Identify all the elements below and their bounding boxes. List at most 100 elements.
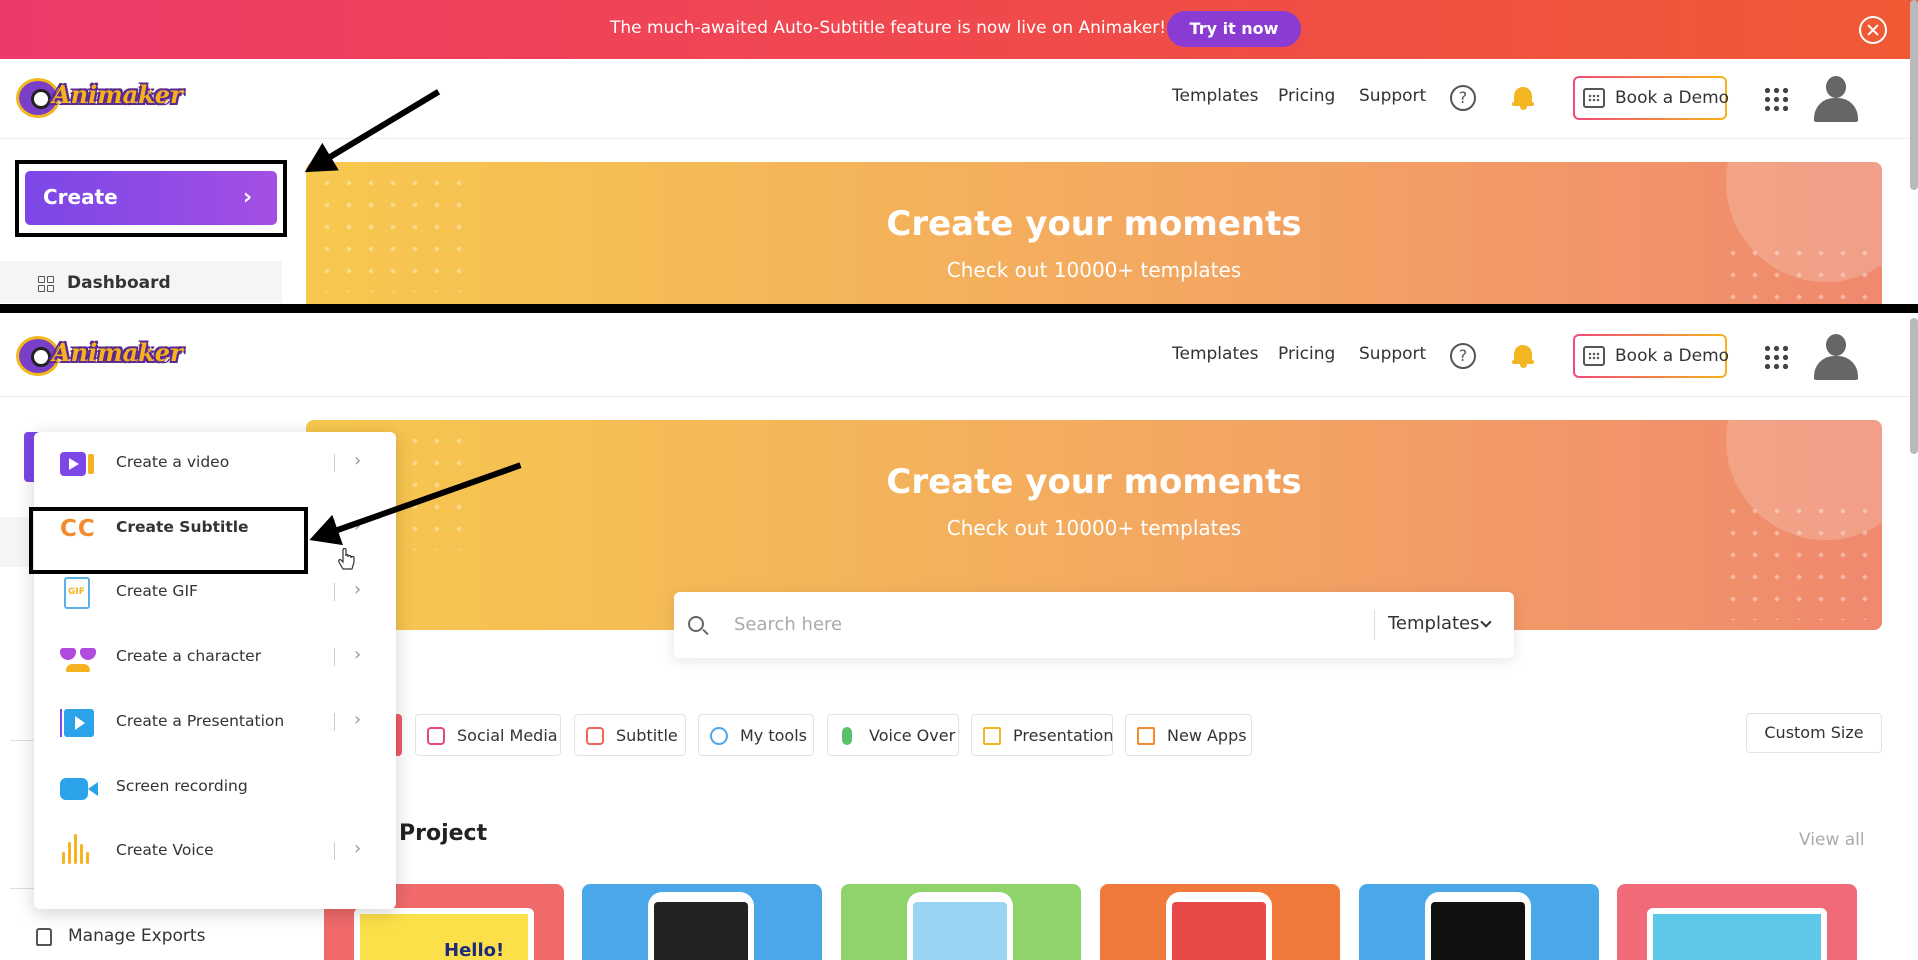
animaker-logo[interactable]: Animaker [16, 332, 183, 378]
apps-grid-icon[interactable] [1763, 86, 1789, 112]
nav-pricing[interactable]: Pricing [1278, 344, 1335, 364]
create-button-highlight: Create › [15, 160, 287, 237]
screen-recording-icon [60, 772, 98, 804]
cc-icon [586, 727, 604, 745]
voice-icon [60, 834, 96, 868]
tools-icon [710, 727, 728, 745]
create-subtitle-highlight [29, 507, 308, 574]
chip-label: My tools [740, 726, 807, 745]
bell-icon[interactable] [1512, 85, 1534, 111]
chip-label: Social Media [457, 726, 558, 745]
video-icon [60, 448, 96, 480]
project-card[interactable] [1617, 884, 1857, 960]
sidebar-item-dashboard[interactable]: Dashboard [0, 261, 282, 303]
nav-support[interactable]: Support [1359, 86, 1426, 106]
menu-item-screen-recording[interactable]: Screen recording [34, 756, 396, 820]
calendar-icon [1583, 346, 1605, 366]
scrollbar[interactable] [1910, 318, 1918, 454]
project-card[interactable] [582, 884, 822, 960]
dashboard-icon [38, 276, 55, 293]
scrollbar[interactable] [1910, 0, 1918, 190]
chip-label: New Apps [1167, 726, 1247, 745]
menu-item-label: Create a video [116, 453, 230, 471]
presentation-board-icon [983, 727, 1001, 745]
menu-item-label: Create a character [116, 647, 262, 665]
view-all-link[interactable]: View all [1799, 830, 1865, 850]
create-button-label: Create [43, 185, 118, 209]
chip-my-tools[interactable]: My tools [698, 714, 814, 756]
character-icon [60, 642, 96, 674]
chip-social-media[interactable]: Social Media [415, 714, 561, 756]
menu-item-label: Create Voice [116, 841, 214, 859]
custom-size-button[interactable]: Custom Size [1746, 713, 1882, 753]
chevron-right-icon: › [354, 450, 362, 471]
menu-item-create-presentation[interactable]: Create a Presentation › [34, 691, 396, 755]
menu-item-create-voice[interactable]: Create Voice › [34, 820, 396, 884]
hero-banner: Create your moments Check out 10000+ tem… [306, 162, 1882, 304]
search-category-select[interactable]: Templates [1388, 613, 1480, 634]
avatar[interactable] [1812, 334, 1860, 380]
chip-new-apps[interactable]: New Apps [1125, 714, 1252, 756]
hero-subtitle: Check out 10000+ templates [946, 258, 1242, 282]
chip-label: Voice Over [869, 726, 956, 745]
help-icon[interactable]: ? [1450, 343, 1476, 369]
hand-cursor-icon [338, 548, 355, 570]
chevron-right-icon: › [354, 644, 362, 665]
try-it-now-button[interactable]: Try it now [1167, 11, 1301, 47]
apps-icon [1137, 727, 1155, 745]
projects-section-title: Project [399, 821, 488, 846]
hero-subtitle: Check out 10000+ templates [946, 516, 1242, 540]
calendar-icon [1583, 88, 1605, 108]
chip-label: Presentation [1013, 726, 1114, 745]
chevron-right-icon: › [354, 579, 362, 600]
header-divider [0, 396, 1918, 397]
sidebar-item-label: Dashboard [67, 273, 171, 293]
chip-voice-over[interactable]: Voice Over [827, 714, 959, 756]
menu-item-create-video[interactable]: Create a video › [34, 432, 396, 496]
search-icon [688, 616, 704, 632]
microphone-icon [842, 727, 852, 745]
search-input[interactable]: Search here [734, 614, 842, 635]
chip-subtitle[interactable]: Subtitle [574, 714, 686, 756]
book-demo-label: Book a Demo [1615, 346, 1730, 366]
book-demo-button[interactable]: Book a Demo [1573, 76, 1730, 120]
chevron-right-icon: › [354, 709, 362, 730]
create-button[interactable]: Create › [25, 171, 277, 225]
banner-text: The much-awaited Auto-Subtitle feature i… [610, 18, 1167, 38]
heart-icon [427, 727, 445, 745]
create-menu: Create a video › CC Create Subtitle › GI… [34, 432, 396, 909]
menu-item-label: Create GIF [116, 582, 198, 600]
chip-presentation[interactable]: Presentation [971, 714, 1113, 756]
nav-support[interactable]: Support [1359, 344, 1426, 364]
animaker-logo[interactable]: Animaker [16, 74, 183, 120]
menu-item-create-character[interactable]: Create a character › [34, 626, 396, 690]
logo-text: Animaker [52, 338, 183, 367]
hero-title: Create your moments [886, 204, 1302, 244]
announcement-banner: The much-awaited Auto-Subtitle feature i… [0, 0, 1918, 59]
book-demo-button[interactable]: Book a Demo [1573, 334, 1730, 378]
chevron-right-icon: › [354, 838, 362, 859]
project-card[interactable] [1359, 884, 1599, 960]
menu-item-label: Screen recording [116, 777, 248, 795]
header-divider [0, 138, 1918, 139]
annotation-arrow [308, 89, 441, 172]
project-card[interactable] [1100, 884, 1340, 960]
project-card[interactable] [841, 884, 1081, 960]
bell-icon[interactable] [1512, 343, 1534, 369]
card-text: Hello! [444, 940, 505, 960]
search-bar: Search here Templates [674, 592, 1514, 658]
help-icon[interactable]: ? [1450, 85, 1476, 111]
export-icon [36, 928, 52, 946]
book-demo-label: Book a Demo [1615, 88, 1730, 108]
menu-item-label: Create a Presentation [116, 712, 285, 730]
presentation-icon [60, 707, 96, 739]
gif-icon: GIF [60, 577, 96, 609]
close-icon[interactable] [1859, 16, 1887, 44]
nav-templates[interactable]: Templates [1172, 86, 1258, 106]
chevron-down-icon [1480, 616, 1492, 628]
apps-grid-icon[interactable] [1763, 344, 1789, 370]
avatar[interactable] [1812, 76, 1860, 122]
nav-templates[interactable]: Templates [1172, 344, 1258, 364]
sidebar-item-label: Manage Exports [68, 926, 206, 946]
nav-pricing[interactable]: Pricing [1278, 86, 1335, 106]
